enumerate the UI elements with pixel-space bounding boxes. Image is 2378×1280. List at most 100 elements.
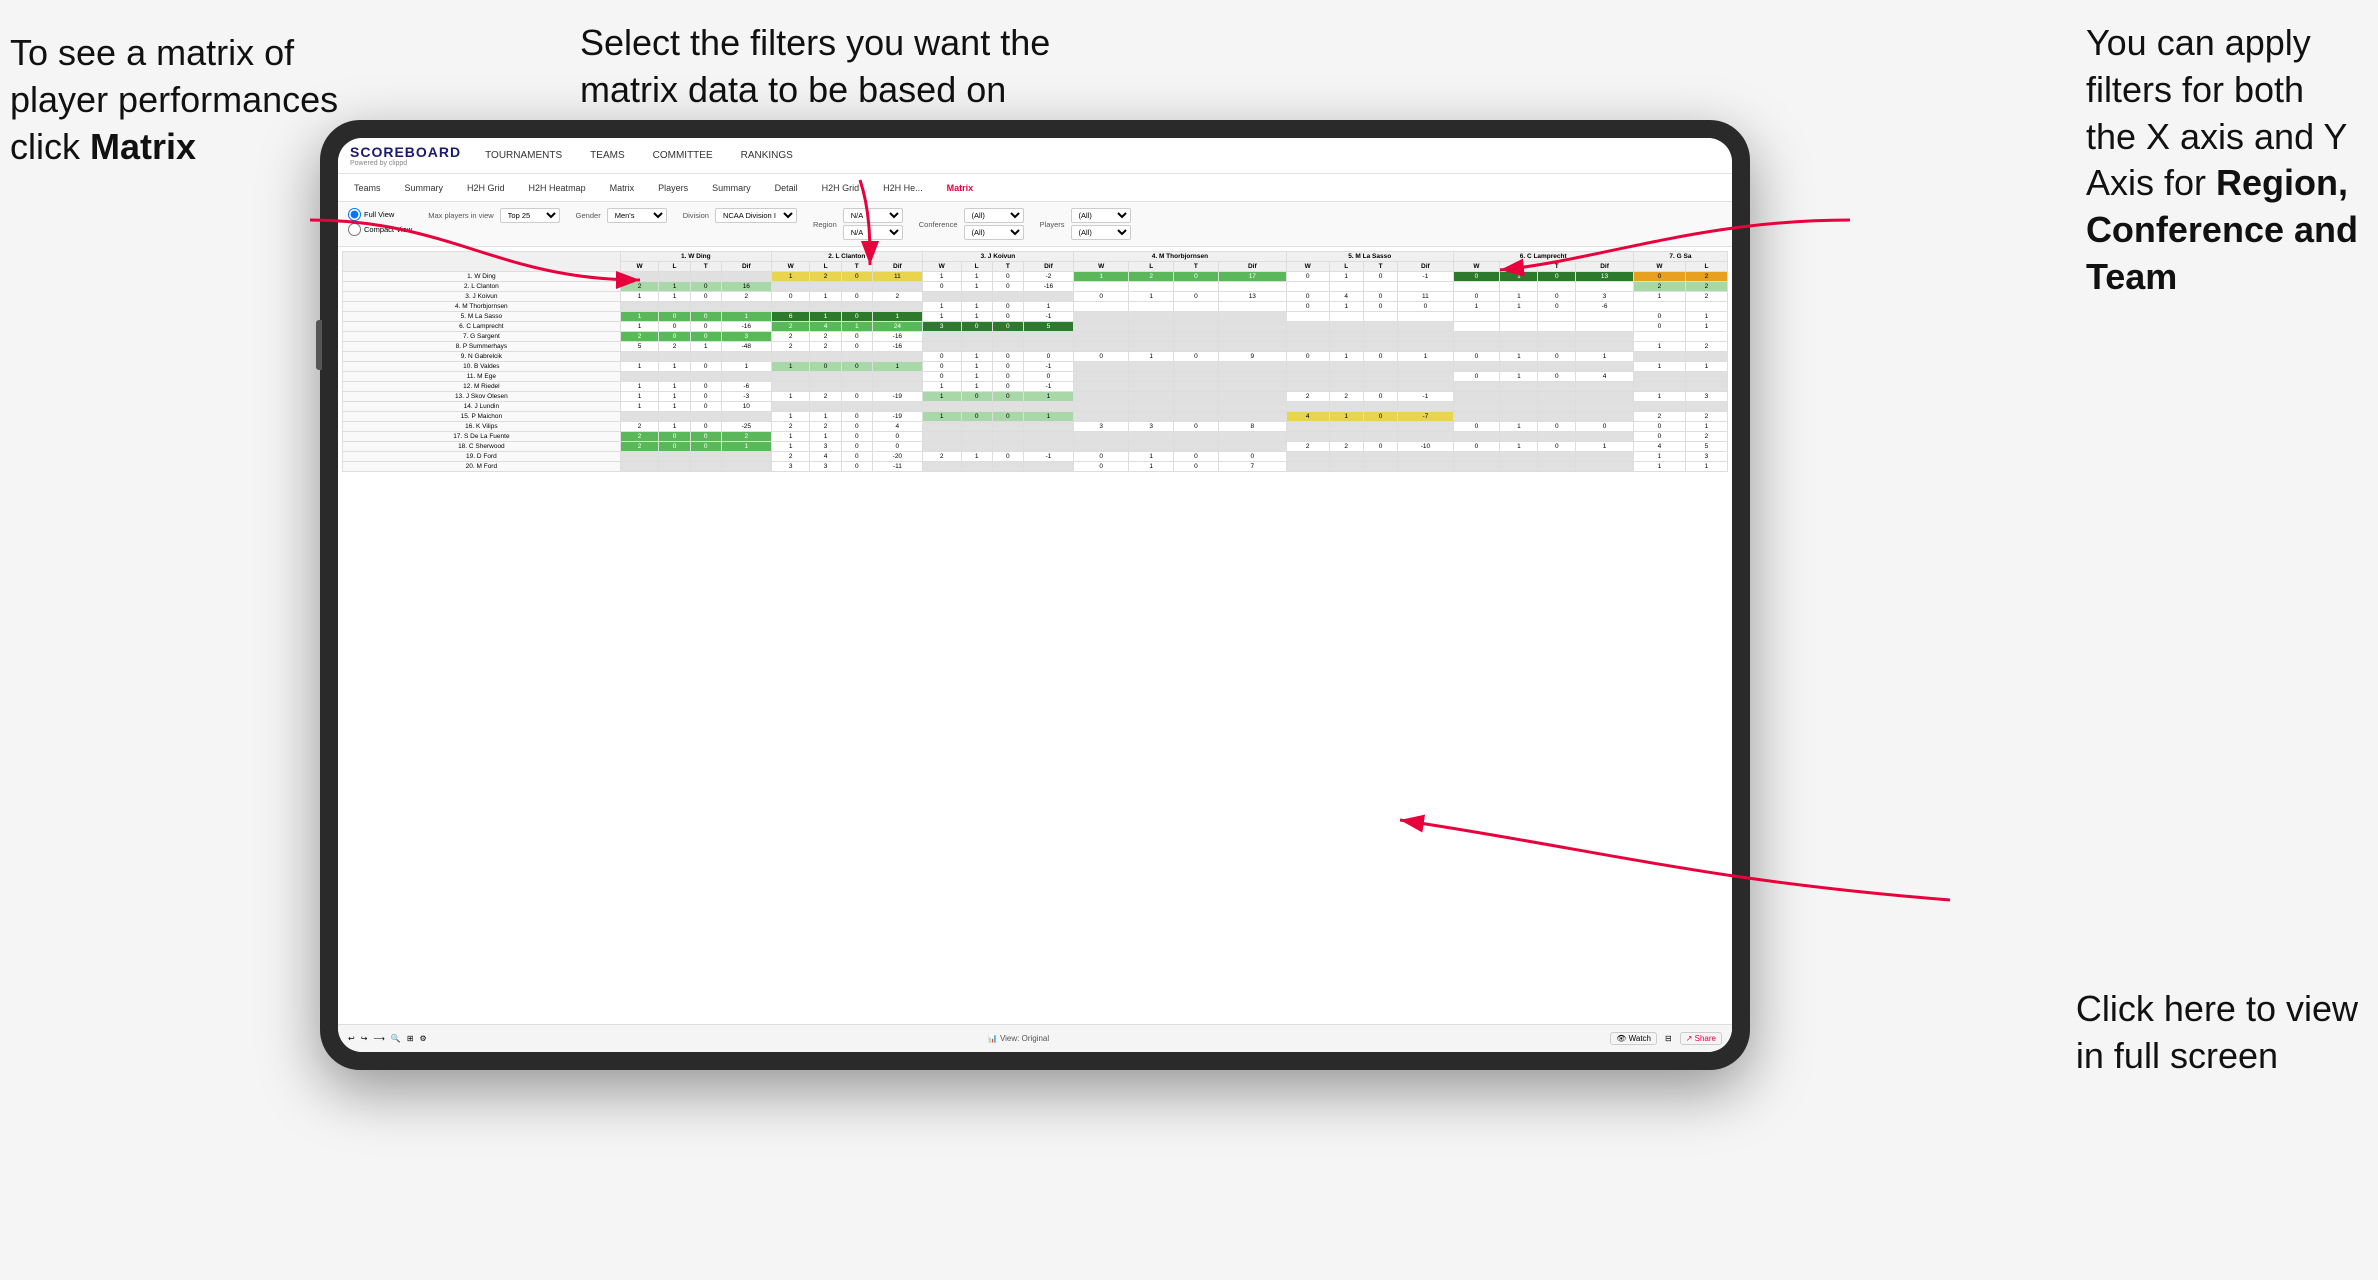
fit-icon[interactable]: ⊞ — [407, 1034, 414, 1043]
matrix-data-cell: 0 — [690, 432, 721, 442]
matrix-data-cell: 1 — [1023, 392, 1073, 402]
col-sub-t6: T — [1538, 262, 1576, 272]
subnav-matrix-active[interactable]: Matrix — [941, 181, 980, 195]
matrix-data-cell — [1129, 382, 1174, 392]
view-original-label: 📊 — [988, 1034, 1000, 1043]
annotation-tr-line4: Axis for Region, — [2086, 162, 2348, 203]
share-button[interactable]: ↗ Share — [1680, 1032, 1722, 1045]
layout-icon[interactable]: ⊟ — [1665, 1034, 1672, 1043]
nav-tournaments[interactable]: TOURNAMENTS — [481, 148, 566, 163]
matrix-data-cell — [1538, 332, 1576, 342]
matrix-data-cell — [961, 422, 992, 432]
matrix-data-cell — [1218, 402, 1286, 412]
matrix-data-cell: 1 — [771, 412, 810, 422]
full-view-radio[interactable] — [348, 208, 361, 221]
matrix-data-cell — [1329, 312, 1363, 322]
compact-view-label[interactable]: Compact View — [348, 223, 412, 236]
redo-icon[interactable]: ↪ — [361, 1034, 368, 1043]
col-sub-w1: W — [620, 262, 659, 272]
table-row: 20. M Ford330-11010711 — [343, 462, 1728, 472]
matrix-data-cell — [1363, 432, 1397, 442]
matrix-data-cell — [1073, 382, 1128, 392]
matrix-data-cell: 0 — [690, 392, 721, 402]
subnav-teams[interactable]: Teams — [348, 181, 387, 195]
matrix-data-cell — [992, 422, 1023, 432]
annotation-tr-line2: filters for both — [2086, 69, 2304, 110]
conference-select-1[interactable]: (All) — [964, 208, 1024, 223]
matrix-data-cell — [1174, 392, 1219, 402]
gender-select[interactable]: Men's — [607, 208, 667, 223]
zoom-icon[interactable]: 🔍 — [391, 1034, 401, 1043]
settings-icon[interactable]: ⚙ — [420, 1034, 427, 1043]
filter-region: Region N/A N/A — [813, 208, 903, 240]
subnav-matrix[interactable]: Matrix — [604, 181, 641, 195]
matrix-data-cell: 4 — [1329, 292, 1363, 302]
annotation-tl-line2: player performances — [10, 79, 338, 120]
matrix-data-cell — [1538, 392, 1576, 402]
matrix-data-cell — [1218, 282, 1286, 292]
matrix-data-cell — [1500, 452, 1538, 462]
matrix-data-cell: -6 — [721, 382, 771, 392]
matrix-data-cell: 0 — [690, 322, 721, 332]
matrix-data-cell — [1329, 332, 1363, 342]
nav-teams[interactable]: TEAMS — [586, 148, 628, 163]
region-select-1[interactable]: N/A — [843, 208, 903, 223]
matrix-data-cell: 1 — [721, 442, 771, 452]
subnav-detail[interactable]: Detail — [769, 181, 804, 195]
matrix-data-cell: 1 — [1633, 362, 1685, 372]
matrix-data-cell — [1500, 322, 1538, 332]
subnav-summary2[interactable]: Summary — [706, 181, 757, 195]
matrix-data-cell: 2 — [1685, 292, 1727, 302]
players-select-2[interactable]: (All) — [1071, 225, 1131, 240]
matrix-data-cell: 1 — [922, 272, 961, 282]
forward-icon[interactable]: ⟶ — [373, 1034, 384, 1043]
subnav-h2h-grid[interactable]: H2H Grid — [461, 181, 511, 195]
compact-view-radio[interactable] — [348, 223, 361, 236]
matrix-data-cell: 0 — [1633, 432, 1685, 442]
matrix-data-cell: 0 — [1073, 462, 1128, 472]
matrix-data-cell — [1073, 402, 1128, 412]
tablet-frame: SCOREBOARD Powered by clippd TOURNAMENTS… — [320, 120, 1750, 1070]
matrix-data-cell: 0 — [690, 422, 721, 432]
matrix-data-cell — [1398, 332, 1453, 342]
conference-select-2[interactable]: (All) — [964, 225, 1024, 240]
subnav-summary[interactable]: Summary — [399, 181, 450, 195]
watch-button[interactable]: 👁 Watch — [1610, 1032, 1657, 1045]
matrix-data-cell — [1329, 362, 1363, 372]
undo-icon[interactable]: ↩ — [348, 1034, 355, 1043]
matrix-scroll-wrapper[interactable]: 1. W Ding 2. L Clanton 3. J Koivun 4. M … — [338, 247, 1732, 1024]
full-view-label[interactable]: Full View — [348, 208, 412, 221]
matrix-data-cell: 6 — [771, 312, 810, 322]
matrix-data-cell: -19 — [872, 392, 922, 402]
matrix-data-cell — [1129, 362, 1174, 372]
matrix-data-cell — [1500, 342, 1538, 352]
matrix-data-cell: 0 — [841, 292, 872, 302]
matrix-data-cell — [1576, 402, 1634, 412]
gender-label: Gender — [576, 211, 601, 220]
matrix-data-cell — [1218, 302, 1286, 312]
col-header-j-koivun: 3. J Koivun — [922, 252, 1073, 262]
matrix-data-cell — [1538, 382, 1576, 392]
subnav-h2h-heatmap[interactable]: H2H Heatmap — [523, 181, 592, 195]
subnav-h2h-grid2[interactable]: H2H Grid — [816, 181, 866, 195]
matrix-data-cell — [1633, 302, 1685, 312]
matrix-data-cell: 2 — [810, 422, 841, 432]
matrix-data-cell: 0 — [841, 452, 872, 462]
matrix-data-cell — [1329, 432, 1363, 442]
table-row: 14. J Lundin11010 — [343, 402, 1728, 412]
annotation-tr-line3: the X axis and Y — [2086, 116, 2348, 157]
max-players-select[interactable]: Top 25 — [500, 208, 560, 223]
division-select[interactable]: NCAA Division I — [715, 208, 797, 223]
matrix-data-cell — [1500, 362, 1538, 372]
subnav-h2h-he[interactable]: H2H He... — [877, 181, 929, 195]
subnav-players[interactable]: Players — [652, 181, 694, 195]
matrix-data-cell: 2 — [721, 432, 771, 442]
matrix-data-cell — [992, 342, 1023, 352]
region-select-2[interactable]: N/A — [843, 225, 903, 240]
matrix-data-cell: 2 — [771, 332, 810, 342]
matrix-data-cell: 1 — [659, 292, 690, 302]
matrix-data-cell — [1398, 402, 1453, 412]
nav-rankings[interactable]: RANKINGS — [737, 148, 797, 163]
nav-committee[interactable]: COMMITTEE — [649, 148, 717, 163]
players-select-1[interactable]: (All) — [1071, 208, 1131, 223]
